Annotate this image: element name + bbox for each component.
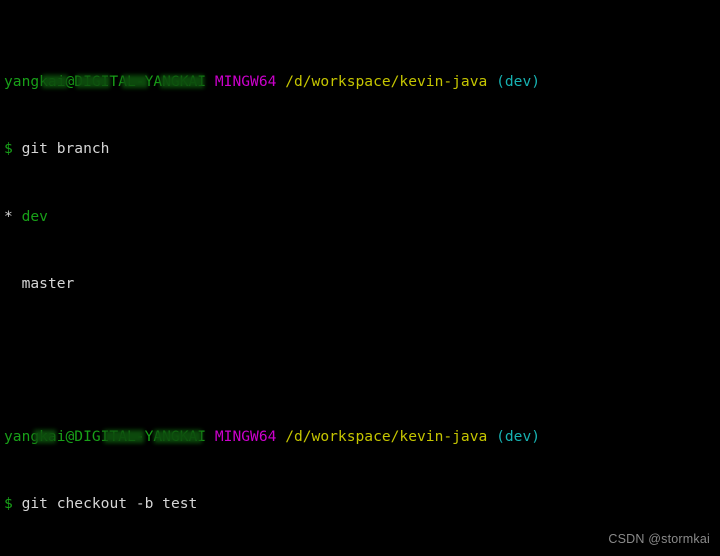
- redacted-user-host: yangkai@DIGITAL-YANGKAI: [4, 72, 207, 90]
- shell-name: MINGW64: [214, 72, 277, 90]
- branch-name: master: [21, 275, 75, 293]
- cwd-path: /d/workspace/kevin-java: [285, 72, 488, 90]
- git-branch-indicator: (dev): [496, 427, 541, 445]
- git-branch-indicator: (dev): [496, 72, 541, 90]
- branch-name: dev: [21, 207, 48, 225]
- redacted-user-host: yangkai@DIGITAL-YANGKAI: [4, 427, 207, 445]
- current-branch-marker: *: [4, 207, 13, 225]
- terminal-output-area[interactable]: yangkai@DIGITAL-YANGKAI MINGW64 /d/works…: [0, 0, 720, 556]
- command-text: git branch: [21, 140, 110, 158]
- prompt-symbol: $: [4, 495, 13, 513]
- prompt-line: yangkai@DIGITAL-YANGKAI MINGW64 /d/works…: [4, 72, 720, 91]
- prompt-symbol: $: [4, 140, 13, 158]
- watermark-label: CSDN @stormkai: [608, 532, 710, 547]
- branch-list-item: * dev: [4, 207, 720, 226]
- prompt-line: yangkai@DIGITAL-YANGKAI MINGW64 /d/works…: [4, 427, 720, 446]
- command-line: $ git checkout -b test: [4, 495, 720, 513]
- cwd-path: /d/workspace/kevin-java: [285, 427, 488, 445]
- command-text: git checkout -b test: [21, 495, 198, 513]
- branch-list-item: master: [4, 276, 720, 293]
- shell-name: MINGW64: [214, 427, 277, 445]
- command-line: $ git branch: [4, 140, 720, 158]
